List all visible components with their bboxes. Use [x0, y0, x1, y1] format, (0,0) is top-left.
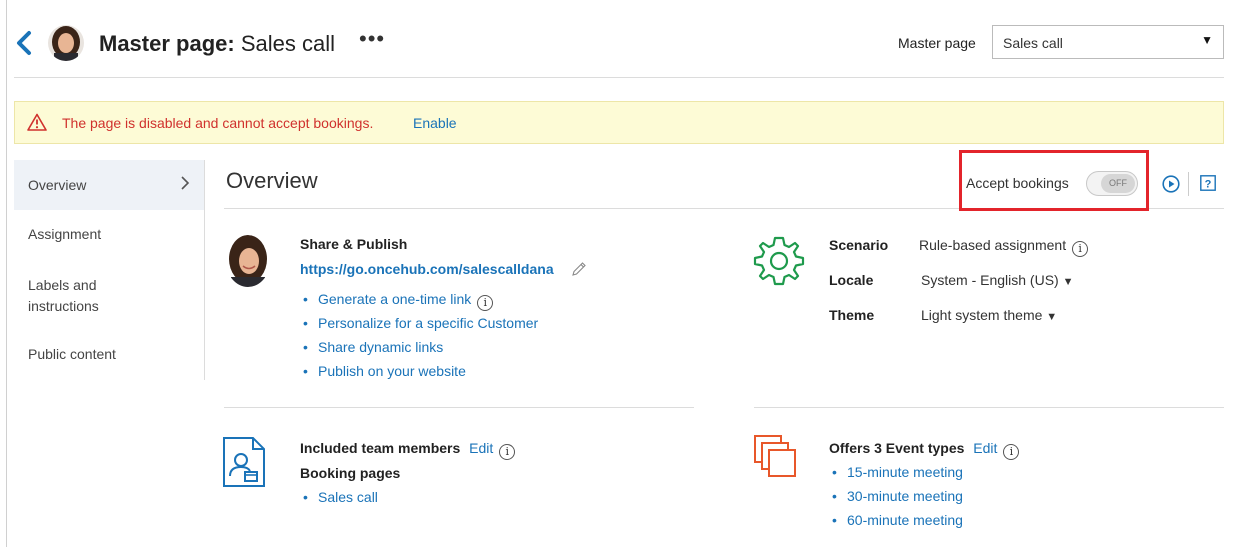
- theme-label: Theme: [829, 307, 875, 323]
- share-links-list: Generate a one-time linki Personalize fo…: [301, 288, 538, 384]
- booking-url-link[interactable]: https://go.oncehub.com/salescalldana: [300, 261, 554, 277]
- edit-team-link[interactable]: Edit: [469, 440, 493, 456]
- theme-select[interactable]: Light system theme ▼: [921, 307, 1057, 323]
- sidebar-item-label: Labels and instructions: [28, 277, 99, 314]
- share-publish-title: Share & Publish: [300, 236, 408, 252]
- avatar: [226, 235, 270, 287]
- svg-text:?: ?: [1205, 179, 1212, 191]
- page-header: Master page: Sales call ••• Master page …: [14, 18, 1224, 78]
- more-options-icon[interactable]: •••: [359, 26, 385, 52]
- info-icon[interactable]: i: [1003, 444, 1020, 460]
- back-arrow-icon[interactable]: [14, 30, 34, 56]
- page-title: Master page: Sales call: [99, 31, 335, 56]
- accept-bookings-label: Accept bookings: [966, 175, 1069, 191]
- avatar: [48, 25, 84, 61]
- sidebar-item-label: Overview: [28, 177, 87, 193]
- divider: [224, 407, 694, 408]
- info-icon[interactable]: i: [1072, 241, 1089, 257]
- disabled-warning-banner: The page is disabled and cannot accept b…: [14, 101, 1224, 144]
- master-page-label: Master page: [898, 35, 976, 51]
- generate-one-time-link[interactable]: Generate a one-time linki: [301, 288, 538, 312]
- sidebar-item-label: Assignment: [28, 226, 102, 242]
- sidebar-item-overview[interactable]: Overview: [14, 160, 204, 210]
- event-type-link[interactable]: 30-minute meeting: [830, 485, 963, 509]
- window-left-border: [6, 0, 7, 547]
- dropdown-arrow-icon: ▼: [1046, 311, 1058, 323]
- event-types-list: 15-minute meeting 30-minute meeting 60-m…: [830, 461, 963, 533]
- gear-icon: [753, 236, 805, 286]
- sidebar-item-public-content[interactable]: Public content: [14, 346, 204, 362]
- pencil-edit-icon[interactable]: [570, 262, 588, 278]
- locale-label: Locale: [829, 272, 874, 288]
- chevron-right-icon: [181, 176, 190, 190]
- event-types-title: Offers 3 Event types Edit i: [829, 440, 1020, 460]
- master-page-select[interactable]: Sales call ▼: [992, 25, 1224, 59]
- booking-pages-list: Sales call: [301, 486, 378, 510]
- section-title: Overview: [226, 168, 318, 193]
- publish-website-link[interactable]: Publish on your website: [301, 360, 538, 384]
- info-icon[interactable]: i: [477, 295, 494, 311]
- scenario-value: Rule-based assignment i: [919, 237, 1089, 257]
- info-icon[interactable]: i: [499, 444, 516, 460]
- event-types-icon: [754, 435, 796, 477]
- sidebar-item-label: Public content: [28, 346, 116, 362]
- scenario-label: Scenario: [829, 237, 889, 253]
- team-member-document-icon: [223, 437, 265, 487]
- locale-select[interactable]: System - English (US) ▼: [921, 272, 1073, 288]
- enable-link[interactable]: Enable: [413, 115, 457, 131]
- play-video-icon[interactable]: [1162, 175, 1180, 193]
- sidebar-item-assignment[interactable]: Assignment: [14, 226, 204, 242]
- divider: [754, 407, 1224, 408]
- dropdown-arrow-icon: ▼: [1062, 276, 1074, 288]
- divider: [1188, 172, 1189, 196]
- accept-bookings-toggle[interactable]: OFF: [1086, 171, 1138, 196]
- banner-message: The page is disabled and cannot accept b…: [62, 115, 374, 131]
- sidebar-nav: Overview Assignment Labels and instructi…: [14, 160, 205, 380]
- booking-page-link[interactable]: Sales call: [301, 486, 378, 510]
- dropdown-arrow-icon: ▼: [1201, 33, 1213, 47]
- share-dynamic-links-link[interactable]: Share dynamic links: [301, 336, 538, 360]
- warning-icon: [27, 113, 47, 131]
- event-type-link[interactable]: 15-minute meeting: [830, 461, 963, 485]
- toggle-state-label: OFF: [1101, 174, 1135, 193]
- personalize-link[interactable]: Personalize for a specific Customer: [301, 312, 538, 336]
- team-members-title: Included team members Edit i: [300, 440, 516, 460]
- event-type-link[interactable]: 60-minute meeting: [830, 509, 963, 533]
- sidebar-item-labels-and-instructions[interactable]: Labels and instructions: [14, 275, 134, 317]
- booking-pages-title: Booking pages: [300, 465, 401, 481]
- edit-events-link[interactable]: Edit: [973, 440, 997, 456]
- help-icon[interactable]: ?: [1200, 175, 1216, 191]
